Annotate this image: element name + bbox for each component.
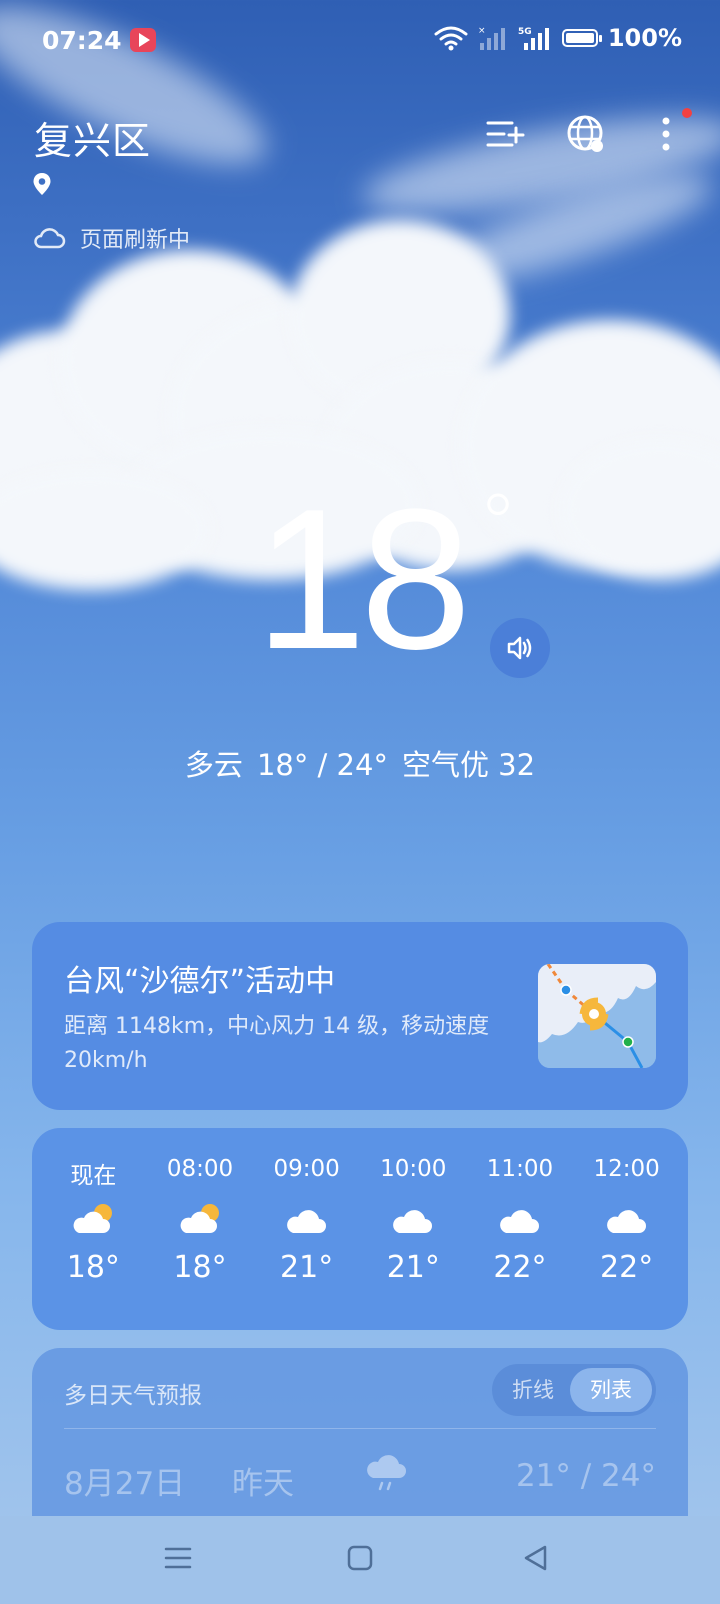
typhoon-alert-card[interactable]: 台风“沙德尔”活动中 距离 1148km，中心风力 14 级，移动速度 20km… [32, 922, 688, 1110]
status-time: 07:24 [42, 26, 122, 55]
daily-forecast-title: 多日天气预报 [64, 1383, 202, 1409]
hourly-temp: 22° [493, 1250, 547, 1285]
video-app-notification-icon [130, 28, 156, 52]
hourly-time: 现在 [70, 1163, 117, 1189]
status-bar: 07:24 × 5G 100% [0, 22, 720, 62]
hourly-time: 12:00 [593, 1156, 660, 1182]
partly-cloudy-sun-icon [180, 1204, 219, 1233]
speaker-icon [507, 636, 532, 660]
degree-symbol: ° [478, 477, 518, 570]
back-nav-icon[interactable] [522, 1544, 550, 1572]
city-name[interactable]: 复兴区 [34, 110, 151, 165]
refresh-text: 页面刷新中 [80, 228, 191, 253]
hourly-temp: 22° [600, 1250, 654, 1285]
cloudy-icon [500, 1210, 539, 1233]
globe-icon [567, 115, 603, 152]
system-navigation-bar [0, 1516, 720, 1604]
hourly-item: 10:00 21° [363, 1156, 463, 1285]
hourly-forecast-card[interactable]: 现在 18° 08:00 18° 09:00 21° 10:00 21° 11:… [32, 1128, 688, 1330]
hourly-temp: 21° [280, 1250, 334, 1285]
multi-day-forecast-card: 多日天气预报 折线 列表 8月27日 昨天 21° / 24° [32, 1348, 688, 1528]
weather-summary: 多云 18° / 24° 空气优 32 [0, 742, 720, 784]
refresh-status: 页面刷新中 [32, 222, 190, 254]
add-list-icon [486, 121, 525, 147]
divider [64, 1428, 656, 1429]
air-quality-text[interactable]: 空气优 32 [402, 748, 535, 782]
more-options-button[interactable] [646, 108, 692, 154]
current-temperature: 18 [255, 468, 471, 691]
hourly-temp: 18° [173, 1250, 227, 1285]
daily-relative-day: 昨天 [232, 1466, 294, 1502]
hourly-item: 12:00 22° [577, 1156, 677, 1285]
daily-row[interactable]: 8月27日 昨天 21° / 24° [64, 1452, 656, 1502]
signal-no-service-icon: × [478, 26, 505, 50]
hourly-time: 09:00 [273, 1156, 340, 1182]
wifi-icon [434, 26, 468, 51]
cloudy-icon [393, 1210, 433, 1233]
notification-dot [682, 108, 692, 118]
svg-text:×: × [478, 26, 486, 36]
temp-range-text: 18° / 24° [256, 748, 388, 782]
more-vertical-icon [662, 117, 670, 151]
hourly-time: 08:00 [166, 1156, 234, 1182]
home-nav-icon[interactable] [346, 1544, 374, 1572]
hourly-temp: 18° [66, 1250, 120, 1285]
global-weather-button[interactable] [566, 114, 606, 154]
hourly-item: 09:00 21° [257, 1156, 357, 1285]
cloudy-icon [286, 1210, 326, 1233]
hourly-time: 10:00 [380, 1156, 447, 1182]
typhoon-track-map [538, 964, 656, 1068]
battery-percentage: 100% [607, 24, 682, 52]
rain-cloud-icon [367, 1455, 406, 1491]
voice-broadcast-button[interactable] [490, 618, 550, 678]
hourly-item: 11:00 22° [470, 1156, 570, 1285]
header: 复兴区 [34, 108, 692, 170]
svg-text:5G: 5G [518, 27, 532, 37]
typhoon-title: 台风“沙德尔”活动中 [64, 964, 336, 999]
cloudy-icon [606, 1210, 646, 1233]
cloud-outline-icon [34, 228, 66, 249]
menu-nav-icon[interactable] [164, 1544, 192, 1572]
daily-date: 8月27日 [64, 1466, 186, 1502]
typhoon-description: 距离 1148km，中心风力 14 级，移动速度 20km/h [64, 1014, 490, 1073]
current-temperature-block: 18 ° [0, 480, 720, 680]
view-toggle: 折线 列表 [492, 1364, 656, 1416]
toggle-list[interactable]: 列表 [570, 1368, 652, 1412]
manage-cities-button[interactable] [486, 114, 526, 154]
hourly-time: 11:00 [486, 1156, 554, 1182]
hourly-temp: 21° [386, 1250, 440, 1285]
hourly-item: 08:00 18° [150, 1156, 250, 1285]
signal-5g-icon: 5G [518, 27, 549, 50]
battery-icon [561, 29, 602, 47]
location-pin-icon [33, 173, 51, 195]
toggle-line-chart[interactable]: 折线 [492, 1364, 574, 1416]
hourly-item: 现在 18° [43, 1156, 143, 1285]
partly-cloudy-sun-icon [73, 1204, 113, 1233]
daily-temp-range: 21° / 24° [515, 1458, 656, 1494]
condition-text: 多云 [184, 748, 243, 782]
